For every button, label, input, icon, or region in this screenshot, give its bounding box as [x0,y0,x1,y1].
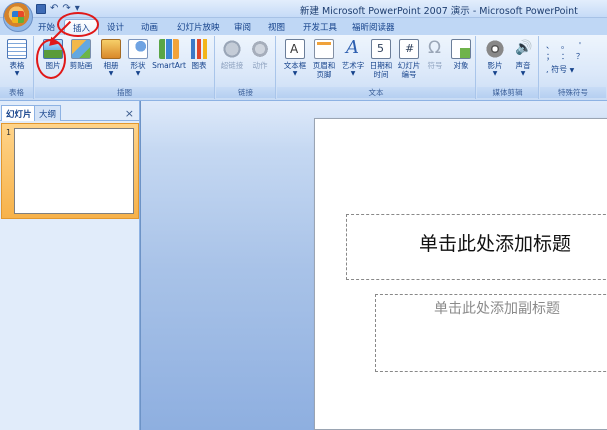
chevron-down-icon: ▼ [135,70,141,77]
chart-icon [189,39,209,59]
slide-thumbnail[interactable] [14,128,134,214]
symbol-item[interactable]: ； [544,51,556,62]
textbox-icon [285,39,305,59]
album-icon [101,39,121,59]
slide-number: 1 [6,128,12,137]
calendar-icon [371,39,391,59]
smartart-button[interactable]: SmartArt [151,39,187,70]
undo-icon[interactable]: ↶ [50,4,58,14]
slide-number-icon [399,39,419,59]
group-label-text: 文本 [277,87,475,98]
annotation-circle-insert-tab [57,12,99,37]
group-label-media: 媒体剪辑 [477,87,538,98]
tab-slides[interactable]: 幻灯片 [1,105,37,121]
tab-foxit-reader[interactable]: 福昕阅读器 [352,21,395,33]
header-footer-button[interactable]: 页眉和 页脚 [308,39,340,79]
slides-pane: 幻灯片 大纲 × 1 [0,101,140,430]
group-label-tables: 表格 [0,87,33,98]
window-title: 新建 Microsoft PowerPoint 2007 演示 - Micros… [300,6,578,17]
action-icon [250,39,270,59]
tab-review[interactable]: 审阅 [234,21,251,33]
group-media: 影片 ▼ 声音 ▼ 媒体剪辑 [477,36,539,99]
wordart-icon [343,37,363,59]
object-button[interactable]: 对象 [445,39,477,70]
tab-animations[interactable]: 动画 [141,21,158,33]
object-icon [451,39,471,59]
tab-design[interactable]: 设计 [107,21,124,33]
symbol-item[interactable]: ' [574,40,586,51]
shapes-button[interactable]: 形状 ▼ [122,39,154,77]
symbol-item[interactable]: ： [559,51,571,62]
group-special-symbols: 、 。 ' ； ： ？ , 符号 ▼ 特殊符号 [540,36,606,99]
globe-icon [222,39,242,59]
symbol-item[interactable]: ？ [574,51,586,62]
symbol-item[interactable]: 。 [559,40,571,51]
slide-workarea: 单击此处添加标题 单击此处添加副标题 [141,101,607,430]
subtitle-placeholder-text: 单击此处添加副标题 [434,301,560,317]
subtitle-placeholder[interactable]: 单击此处添加副标题 [375,294,607,372]
comma-icon: , [546,65,549,74]
smartart-icon [159,39,179,59]
header-footer-icon [314,39,334,59]
slide-thumbnail-selected[interactable]: 1 [1,123,139,219]
tab-slideshow[interactable]: 幻灯片放映 [177,21,220,33]
speaker-icon [513,39,533,59]
tab-home[interactable]: 开始 [38,21,55,33]
film-reel-icon [485,39,505,59]
group-text: 文本框 ▼ 页眉和 页脚 艺术字 ▼ 日期和 时间 幻灯片 编号 符号 [277,36,476,99]
chevron-down-icon: ▼ [569,67,575,74]
chart-button[interactable]: 图表 [185,39,213,70]
tab-developer[interactable]: 开发工具 [303,21,337,33]
group-label-illustrations: 插图 [35,87,214,98]
close-icon[interactable]: × [125,107,134,120]
save-icon[interactable] [36,4,46,14]
tab-view[interactable]: 视图 [268,21,285,33]
special-symbols-gallery: 、 。 ' ； ： ？ , 符号 ▼ [544,40,594,76]
ribbon: 表格 ▼ 表格 图片 剪贴画 相册 ▼ 形状 ▼ SmartArt 图表 插图 … [0,35,607,101]
title-placeholder[interactable]: 单击此处添加标题 [346,214,607,280]
sound-button[interactable]: 声音 ▼ [507,39,539,77]
office-button[interactable] [3,2,33,32]
group-links: 超链接 动作 链接 [216,36,276,99]
table-button[interactable]: 表格 ▼ [1,39,33,77]
chevron-down-icon: ▼ [520,70,526,77]
group-label-special: 特殊符号 [540,87,606,98]
chevron-down-icon: ▼ [292,70,298,77]
table-icon [7,39,27,59]
group-tables: 表格 ▼ 表格 [0,36,34,99]
clipart-button[interactable]: 剪贴画 [65,39,97,70]
symbol-item[interactable]: 、 [544,40,556,51]
omega-icon [425,38,445,59]
chevron-down-icon: ▼ [14,70,20,77]
pane-tabs: 幻灯片 大纲 × [0,105,139,121]
group-label-links: 链接 [216,87,275,98]
symbol-dropdown[interactable]: , 符号 ▼ [544,64,594,76]
action-button[interactable]: 动作 [244,39,276,70]
title-placeholder-text: 单击此处添加标题 [419,233,572,255]
slide-canvas[interactable]: 单击此处添加标题 单击此处添加副标题 [314,118,607,430]
clipart-icon [71,39,91,59]
shapes-icon [128,39,148,59]
textbox-button[interactable]: 文本框 ▼ [279,39,311,77]
tab-outline[interactable]: 大纲 [34,105,62,121]
